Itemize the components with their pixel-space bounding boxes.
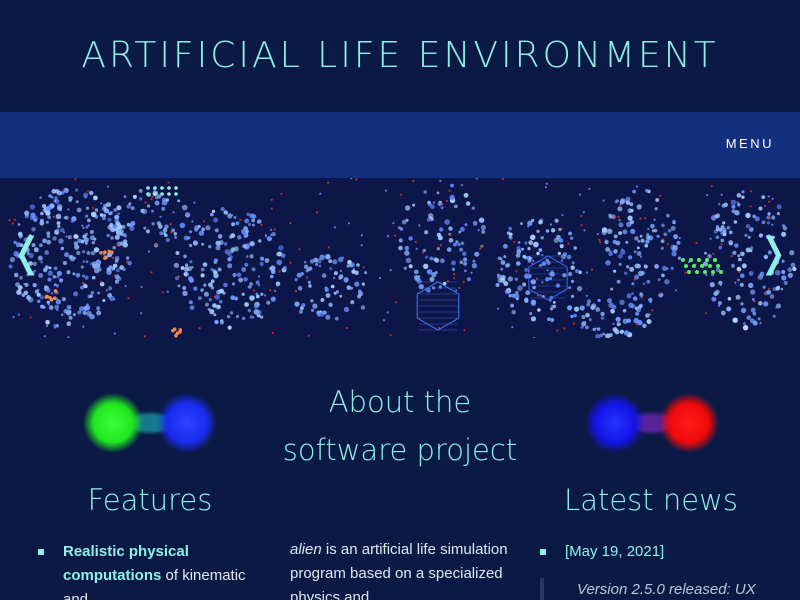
green-blue-particles-icon [83, 393, 217, 453]
about-heading: About the software project [282, 385, 518, 467]
features-heading: Features [87, 483, 213, 517]
news-quote[interactable]: Version 2.5.0 released: UX [540, 578, 780, 600]
news-list: [May 19, 2021] Version 2.5.0 released: U… [540, 540, 780, 600]
slider-prev-arrow-icon[interactable]: ❬ [10, 233, 44, 273]
site-header: ARTIFICIAL LIFE ENVIRONMENT [0, 0, 800, 112]
menu-button[interactable]: MENU [726, 136, 774, 151]
site-title[interactable]: ARTIFICIAL LIFE ENVIRONMENT [81, 35, 718, 76]
simulation-image [0, 178, 800, 338]
blue-red-particles-icon [585, 393, 719, 453]
image-slider: ❬ ❭ [0, 178, 800, 338]
features-list: Realistic physical computations of kinem… [38, 540, 268, 600]
slider-next-arrow-icon[interactable]: ❭ [756, 233, 790, 273]
list-item: Realistic physical computations of kinem… [38, 540, 268, 600]
about-description: alien is an artificial life simulation p… [290, 538, 510, 600]
app-name: alien [290, 541, 322, 558]
about-text: is an artificial life simulation program… [290, 541, 508, 600]
main-content: Features Realistic physical computations… [0, 338, 800, 600]
news-date: [May 19, 2021] [540, 540, 780, 564]
nav-bar: MENU [0, 112, 800, 178]
news-heading: Latest news [564, 483, 738, 517]
